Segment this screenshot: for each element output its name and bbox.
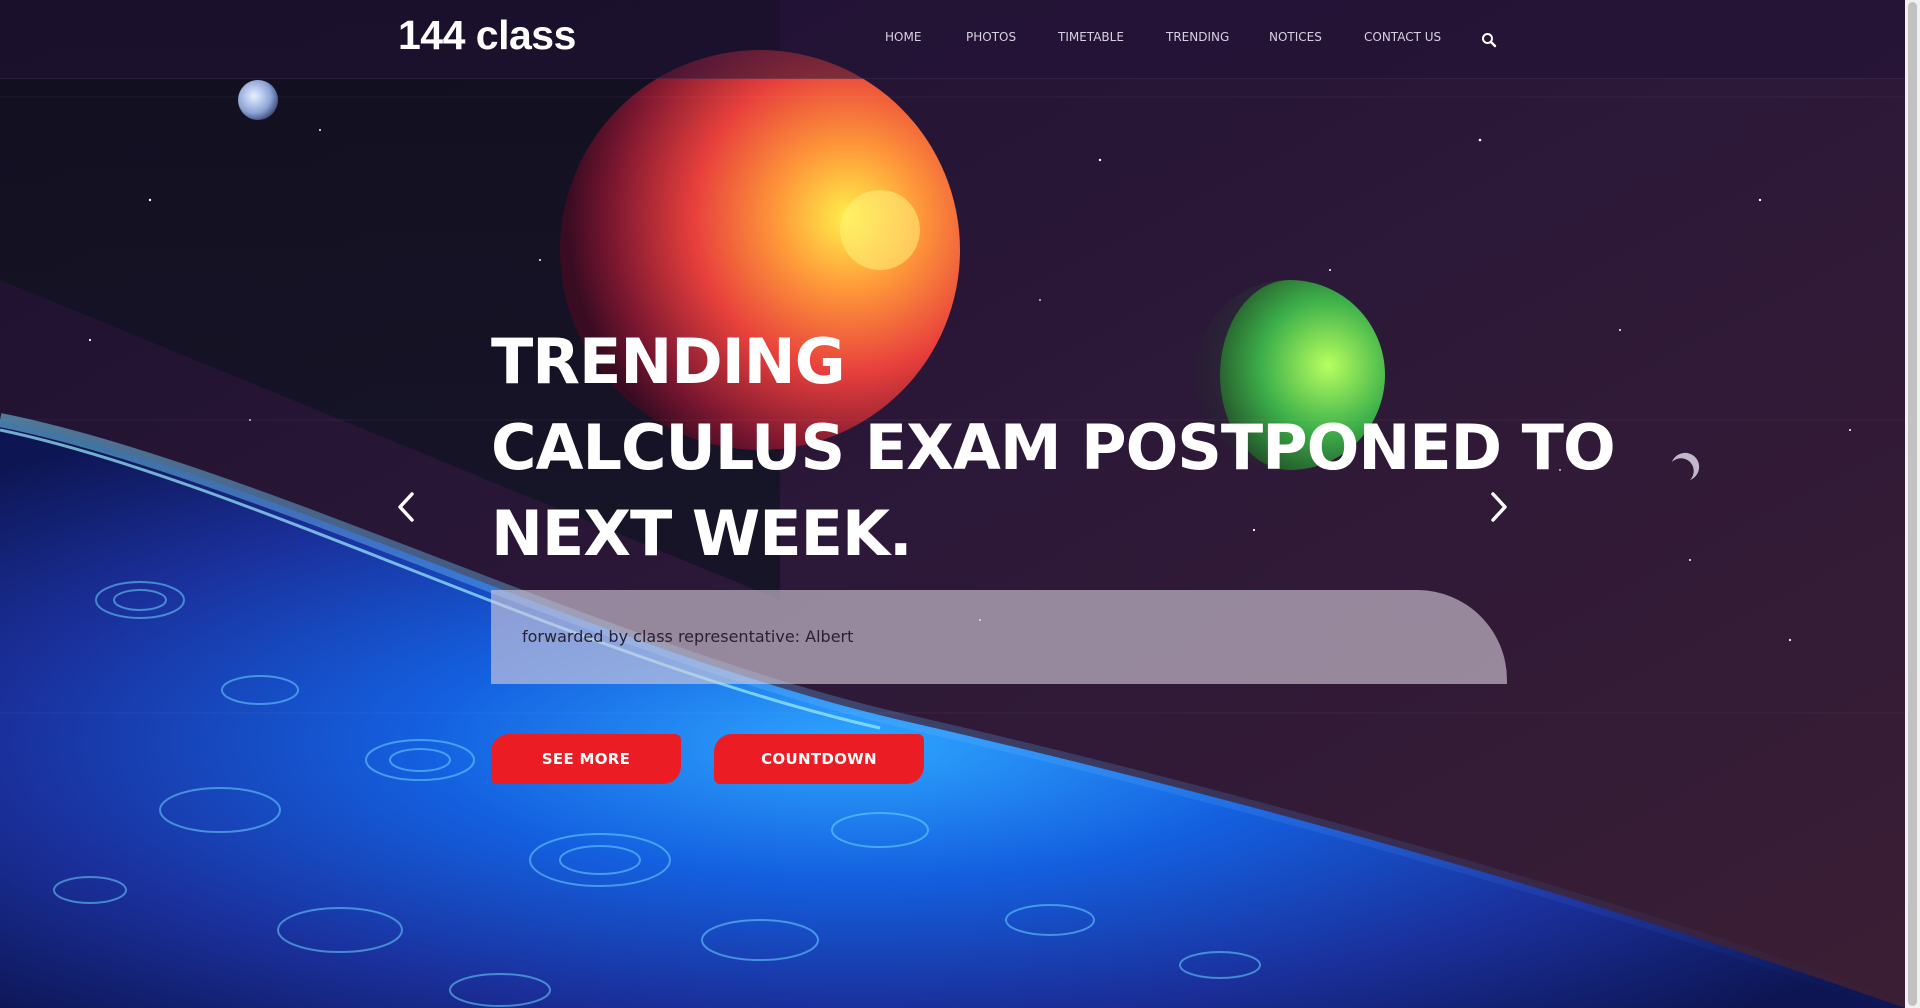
hero-caption-box: forwarded by class representative: Alber… [491, 590, 1507, 684]
search-icon[interactable] [1481, 32, 1497, 48]
hero-heading-line-2: CALCULUS EXAM POSTPONED TO [491, 411, 1616, 484]
scrollbar-thumb[interactable] [1908, 2, 1917, 1006]
hero-heading-line-1: TRENDING [491, 325, 846, 398]
see-more-button[interactable]: SEE MORE [491, 734, 681, 784]
top-navbar: 144 class HOME PHOTOS TIMETABLE TRENDING… [0, 0, 1905, 79]
nav-item-trending[interactable]: TRENDING [1166, 30, 1229, 44]
site-logo[interactable]: 144 class [398, 12, 576, 59]
nav-item-photos[interactable]: PHOTOS [966, 30, 1016, 44]
chevron-left-icon[interactable] [392, 490, 422, 524]
hero-heading-line-3: NEXT WEEK. [491, 497, 913, 570]
nav-item-contact-us[interactable]: CONTACT US [1364, 30, 1441, 44]
nav-item-timetable[interactable]: TIMETABLE [1058, 30, 1124, 44]
countdown-button[interactable]: COUNTDOWN [714, 734, 924, 784]
vertical-scrollbar[interactable] [1905, 0, 1920, 1008]
nav-item-notices[interactable]: NOTICES [1269, 30, 1322, 44]
hero-caption-text: forwarded by class representative: Alber… [522, 627, 854, 646]
page: 144 class HOME PHOTOS TIMETABLE TRENDING… [0, 0, 1905, 1008]
nav-item-home[interactable]: HOME [885, 30, 921, 44]
